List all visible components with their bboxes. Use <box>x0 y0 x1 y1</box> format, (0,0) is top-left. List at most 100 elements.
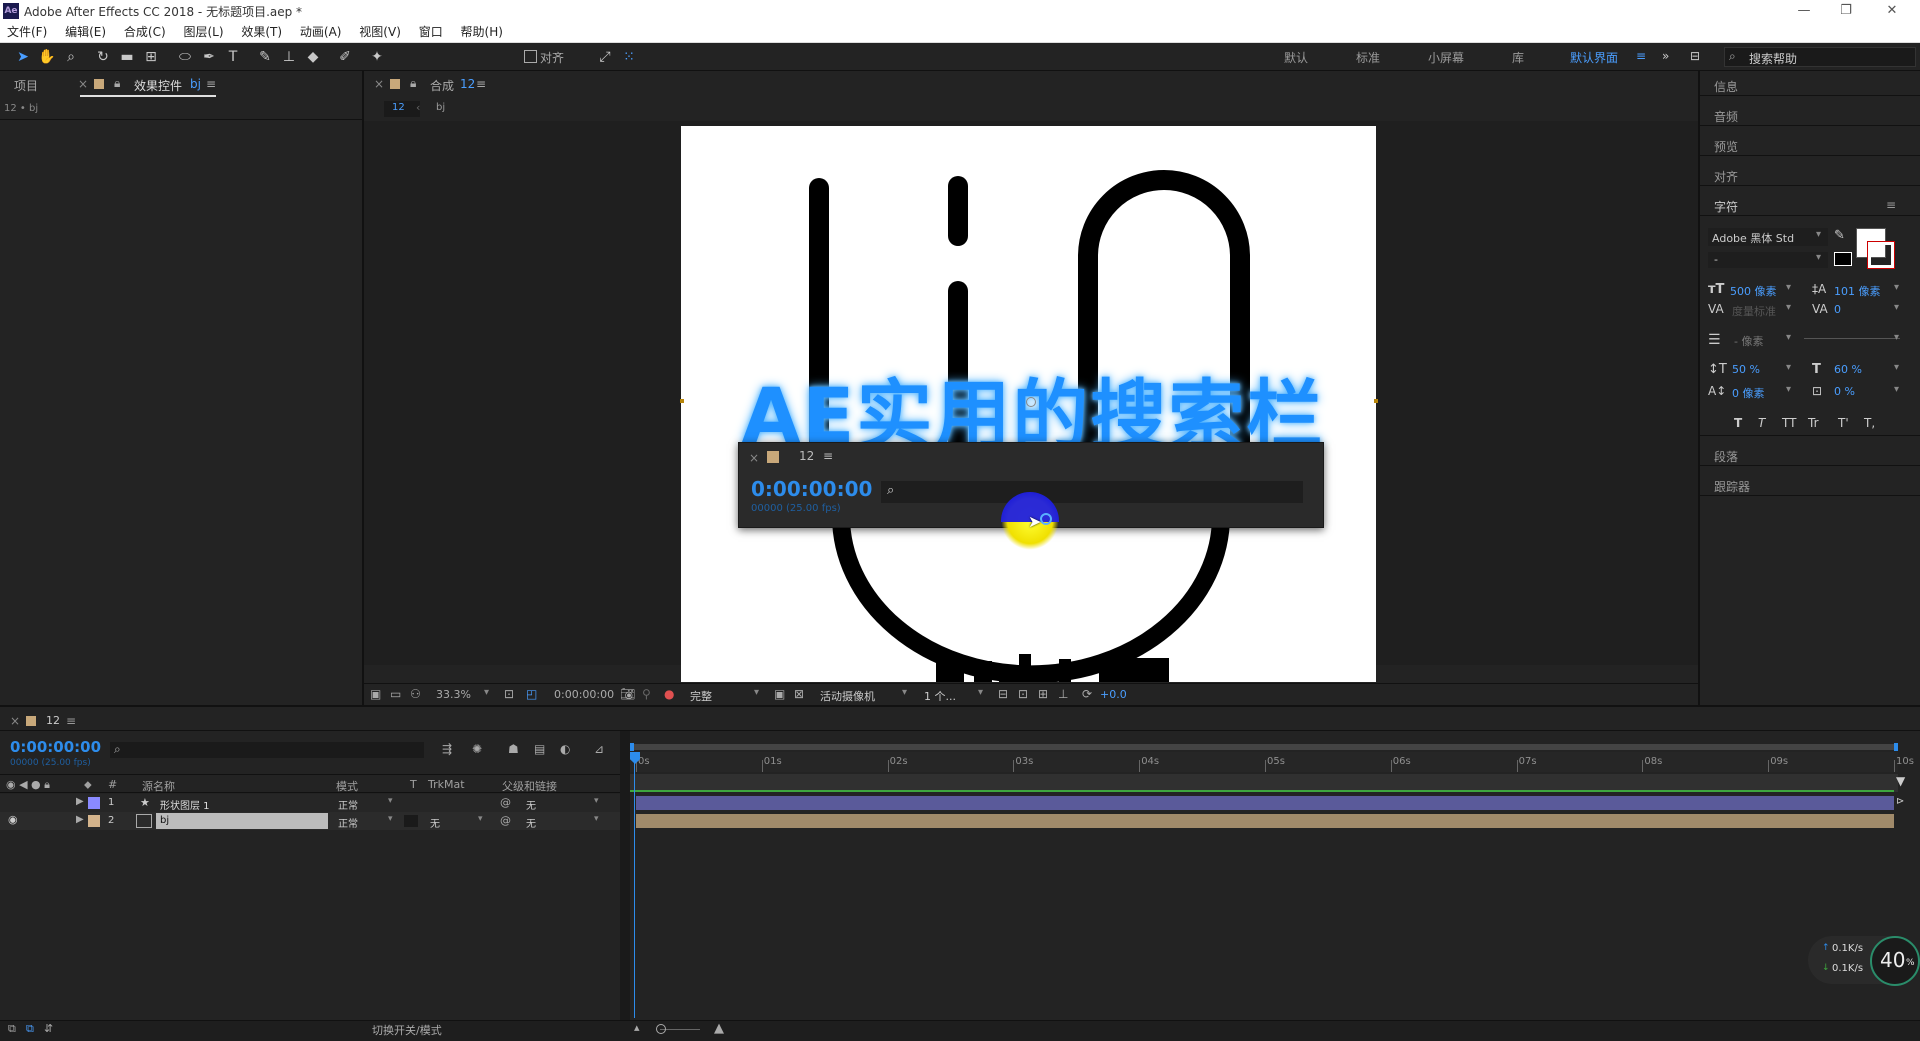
stroke-width-dropdown-icon[interactable]: ▾ <box>1786 332 1791 343</box>
close-button[interactable]: ✕ <box>1872 1 1912 21</box>
zoom-slider-track[interactable] <box>660 1029 700 1030</box>
brush-tool-icon[interactable]: ✎ <box>256 48 274 66</box>
view-mode-icon[interactable]: ⚇ <box>410 687 421 701</box>
font-size-dropdown-icon[interactable]: ▾ <box>1786 282 1791 293</box>
stroke-width-value[interactable]: - 像素 <box>1734 333 1763 349</box>
character-menu-icon[interactable]: ≡ <box>1886 198 1896 212</box>
clone-stamp-tool-icon[interactable]: ⊥ <box>280 48 298 66</box>
snapshot-icon[interactable]: 📷︎ <box>620 687 635 701</box>
zoom-level[interactable]: 33.3% <box>436 688 471 701</box>
layer1-duration-bar[interactable] <box>636 796 1894 810</box>
draft-3d-icon[interactable]: ⊡ <box>1018 687 1028 701</box>
kerning-dropdown-icon[interactable]: ▾ <box>1786 302 1791 313</box>
leading-value[interactable]: 101 像素 <box>1834 283 1881 299</box>
fast-preview-icon[interactable]: ▣ <box>774 687 785 701</box>
menu-animation[interactable]: 动画(A) <box>293 22 349 42</box>
kerning-value[interactable]: 度量标准 <box>1732 303 1776 319</box>
sync-settings-icon[interactable]: ⊟ <box>1690 49 1700 63</box>
layer2-preserve-transparency[interactable] <box>404 815 418 827</box>
comp-flowchart-icon[interactable]: ⊥ <box>1058 687 1068 701</box>
anchor-point[interactable] <box>1026 397 1036 407</box>
stroke-style-dropdown-icon[interactable]: ▾ <box>1894 332 1899 343</box>
all-caps-button[interactable]: TT <box>1782 416 1796 430</box>
superscript-button[interactable]: T' <box>1838 416 1849 430</box>
roto-brush-tool-icon[interactable]: ✐ <box>336 48 354 66</box>
zoom-slider-thumb[interactable] <box>656 1024 666 1034</box>
layer2-mode-dropdown-icon[interactable]: ▾ <box>388 814 393 824</box>
vertical-scale-dropdown-icon[interactable]: ▾ <box>1786 362 1791 373</box>
horizontal-scale-dropdown-icon[interactable]: ▾ <box>1894 362 1899 373</box>
tsume-dropdown-icon[interactable]: ▾ <box>1894 384 1899 395</box>
layer2-trkmat-dropdown-icon[interactable]: ▾ <box>478 814 483 824</box>
tracking-value[interactable]: 0 <box>1834 303 1841 316</box>
tab-effect-controls[interactable]: 效果控件 <box>134 77 182 94</box>
stroke-color-swatch[interactable] <box>1867 241 1895 269</box>
transform-handle-right[interactable] <box>1374 399 1378 403</box>
workspace-small-screen[interactable]: 小屏幕 <box>1428 49 1464 66</box>
menu-layer[interactable]: 图层(L) <box>176 22 230 42</box>
views-select[interactable]: 1 个... <box>924 688 956 704</box>
zoom-out-icon[interactable]: ▴ <box>634 1021 640 1034</box>
region-of-interest-icon[interactable]: ⊡ <box>504 687 514 701</box>
camera-tool-icon[interactable]: ▬ <box>118 48 136 66</box>
color-channel-icon[interactable]: ● <box>664 687 674 701</box>
lock-icon[interactable]: 🔒︎ <box>114 76 120 91</box>
layer1-pickwhip-icon[interactable]: @ <box>500 796 511 809</box>
layer2-visibility-icon[interactable]: ◉ <box>8 813 18 826</box>
comp-menu-icon[interactable]: ≡ <box>476 77 486 91</box>
camera-dropdown-icon[interactable]: ▾ <box>902 687 907 698</box>
layer2-trkmat[interactable]: 无 <box>430 815 440 830</box>
leading-dropdown-icon[interactable]: ▾ <box>1894 282 1899 293</box>
snapping-icon[interactable]: ⤢ <box>596 48 614 66</box>
toggle-grid-icon[interactable]: ⊠ <box>794 687 804 701</box>
menu-composition[interactable]: 合成(C) <box>117 22 173 42</box>
grid-snap-icon[interactable]: ⁙ <box>620 48 638 66</box>
frame-blending-icon[interactable]: ▤ <box>534 742 545 756</box>
layer1-expand-icon[interactable]: ▶ <box>76 796 84 807</box>
hand-tool-icon[interactable]: ✋ <box>38 48 56 66</box>
timeline-timecode[interactable]: 0:00:00:00 <box>10 738 101 756</box>
layer2-parent-dropdown-icon[interactable]: ▾ <box>594 814 599 824</box>
demo-search-field[interactable]: ⌕ <box>881 481 1303 503</box>
zoom-dropdown-icon[interactable]: ▾ <box>484 687 489 698</box>
pen-tool-icon[interactable]: ✒ <box>200 48 218 66</box>
transform-handle-left[interactable] <box>680 399 684 403</box>
font-family-select[interactable]: Adobe 黑体 Std ▾ <box>1708 228 1828 246</box>
close-tab-icon[interactable]: × <box>78 77 88 91</box>
panel-menu-icon[interactable]: ≡ <box>206 77 216 91</box>
pan-behind-tool-icon[interactable]: ⊞ <box>142 48 160 66</box>
layer1-mode[interactable]: 正常 <box>338 797 358 812</box>
align-checkbox[interactable] <box>524 50 537 63</box>
horizontal-scale-value[interactable]: 60 % <box>1834 363 1862 376</box>
layer2-mode[interactable]: 正常 <box>338 815 358 830</box>
menu-help[interactable]: 帮助(H) <box>454 22 510 42</box>
panel-character[interactable]: 字符 <box>1714 198 1738 215</box>
show-snapshot-icon[interactable]: ⚲ <box>642 687 651 701</box>
transparency-grid-icon[interactable]: ◰ <box>526 687 537 701</box>
timeline-comp-tab[interactable]: 12 <box>46 714 60 727</box>
baseline-shift-value[interactable]: 0 像素 <box>1732 385 1765 401</box>
rotate-tool-icon[interactable]: ↻ <box>94 48 112 66</box>
menu-edit[interactable]: 编辑(E) <box>58 22 113 42</box>
flowchart-icon[interactable]: ⊞ <box>1038 687 1048 701</box>
workspace-standard[interactable]: 标准 <box>1356 49 1380 66</box>
layer2-expand-icon[interactable]: ▶ <box>76 814 84 825</box>
faux-bold-button[interactable]: T <box>1734 416 1742 430</box>
reset-exposure-icon[interactable]: ⟳ <box>1082 687 1092 701</box>
net-speed-widget[interactable]: ↑ 0.1K/s ↓ 0.1K/s 40 % <box>1808 936 1920 986</box>
comp-tab-name[interactable]: 12 <box>460 77 475 91</box>
workspace-menu-icon[interactable]: ≡ <box>1636 49 1646 63</box>
work-area-end[interactable] <box>1894 743 1898 751</box>
demo-timecode[interactable]: 0:00:00:00 <box>751 477 872 501</box>
work-area-bar[interactable] <box>630 744 1898 750</box>
timeline-close-icon[interactable]: × <box>10 714 20 728</box>
footer-timecode[interactable]: 0:00:00:00 <box>554 688 614 701</box>
puppet-tool-icon[interactable]: ✦ <box>368 48 386 66</box>
layer-switches-icon[interactable]: ⧉ <box>8 1022 16 1036</box>
transfer-controls-icon[interactable]: ⧉ <box>26 1022 34 1036</box>
demo-menu-icon[interactable]: ≡ <box>823 449 833 463</box>
comp-mini-flowchart-icon[interactable]: ⇶ <box>442 742 452 756</box>
restore-button[interactable]: ❐ <box>1826 1 1866 21</box>
layer2-label-color[interactable] <box>88 815 100 827</box>
panel-paragraph[interactable]: 段落 <box>1714 448 1738 465</box>
